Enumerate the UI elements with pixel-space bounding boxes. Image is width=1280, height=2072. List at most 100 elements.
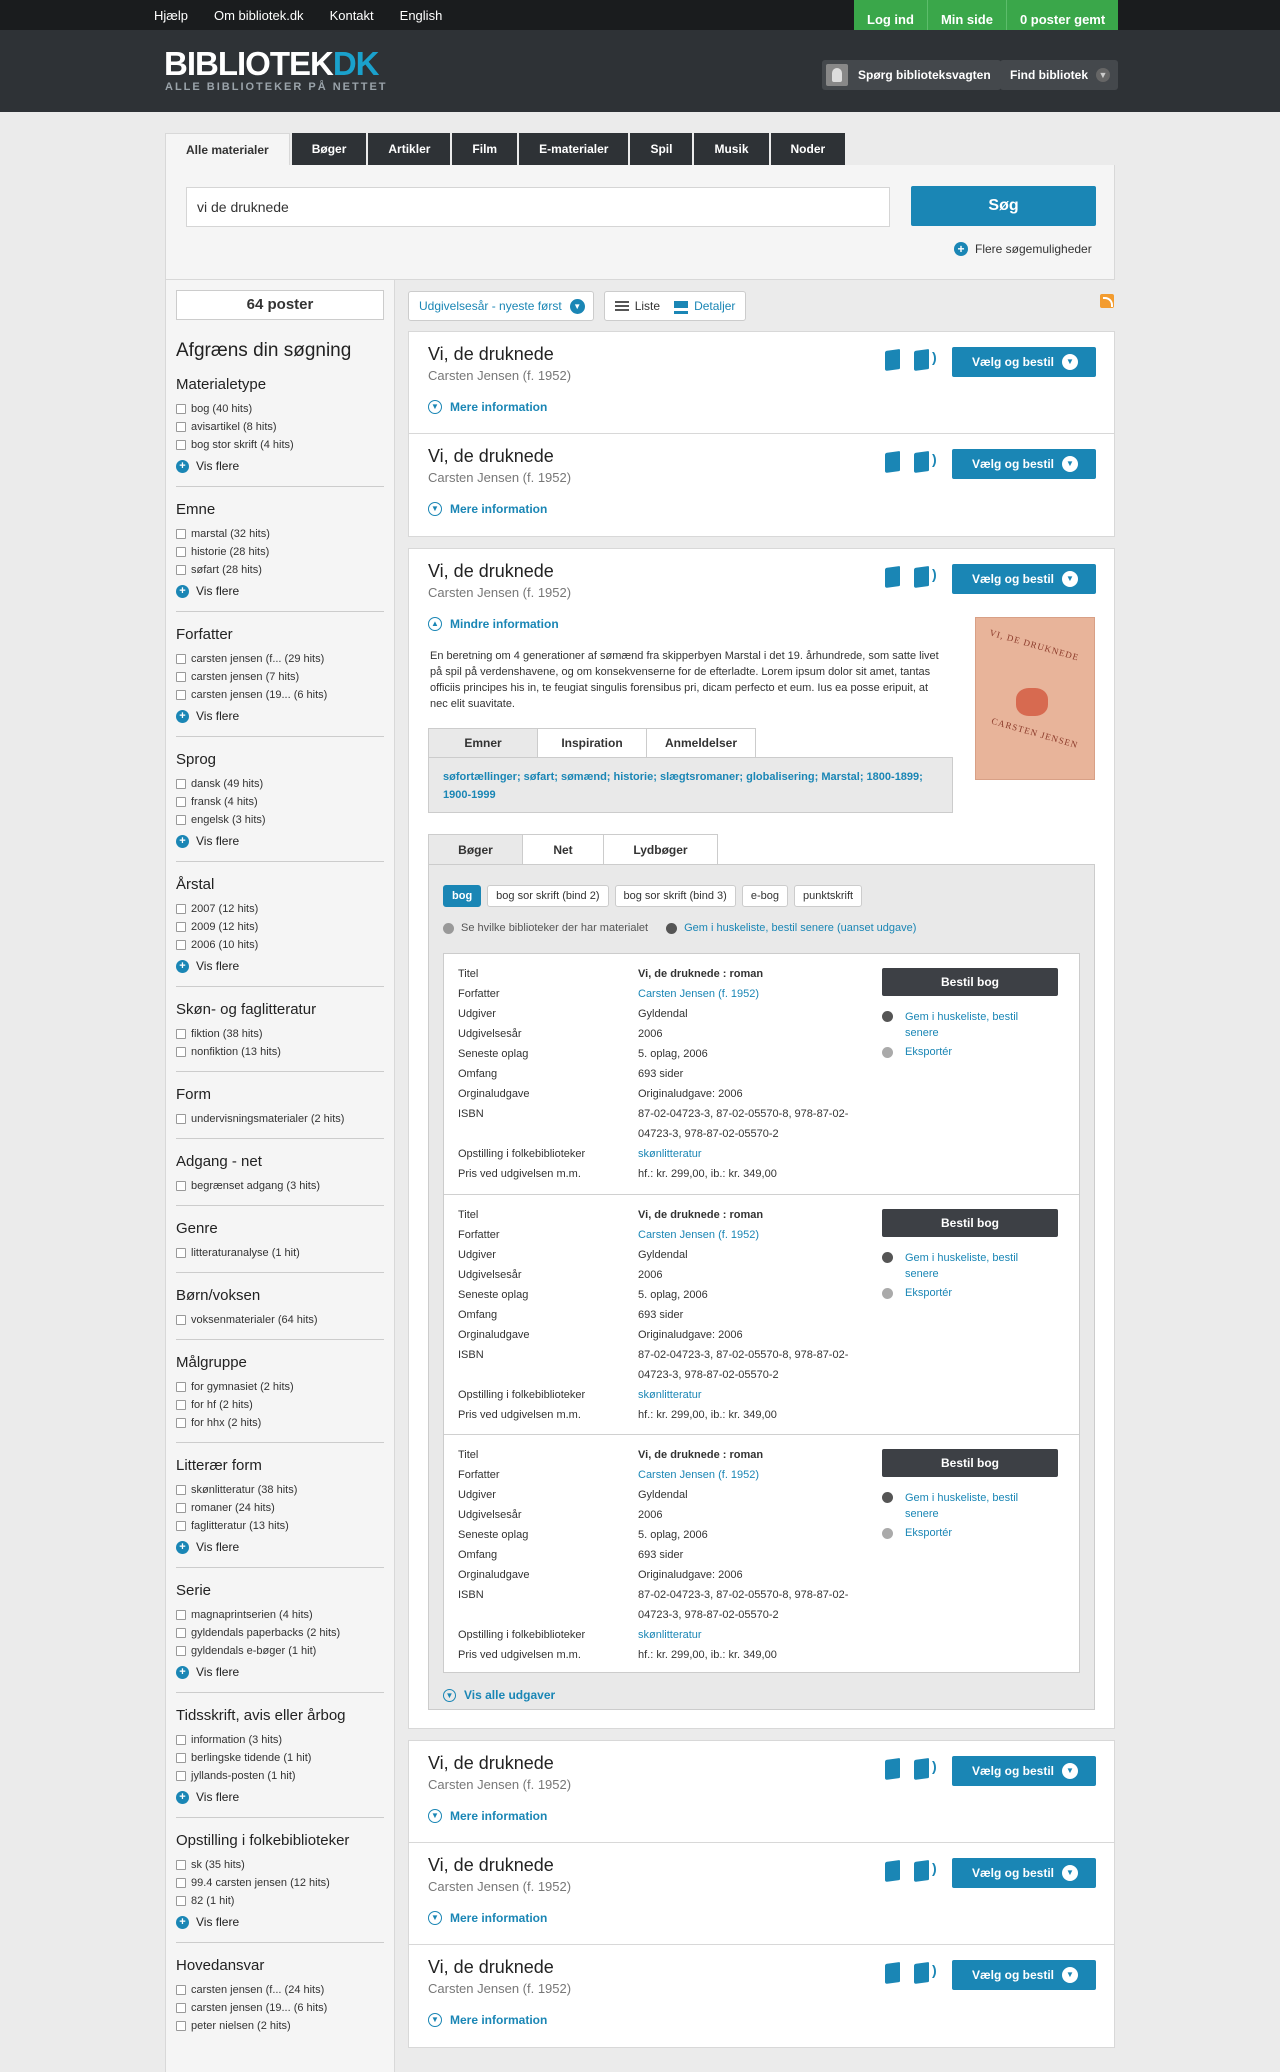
tab-articles[interactable]: Artikler <box>368 133 451 165</box>
facet-option[interactable]: for hhx (2 hits) <box>176 1414 384 1432</box>
checkbox[interactable] <box>176 1771 186 1781</box>
facet-option[interactable]: marstal (32 hits) <box>176 525 384 543</box>
facet-option[interactable]: avisartikel (8 hits) <box>176 418 384 436</box>
checkbox[interactable] <box>176 690 186 700</box>
edition-field-value[interactable]: skønlitteratur <box>638 1144 858 1164</box>
edition-field-value[interactable]: skønlitteratur <box>638 1625 858 1645</box>
choose-and-order-button[interactable]: Vælg og bestil ▼ <box>952 1960 1096 1990</box>
checkbox[interactable] <box>176 2003 186 2013</box>
more-information-toggle[interactable]: ▼ Mere information <box>428 400 547 414</box>
export-link[interactable]: Eksportér <box>882 1046 952 1058</box>
facet-option[interactable]: 82 (1 hit) <box>176 1892 384 1910</box>
facet-option[interactable]: for gymnasiet (2 hits) <box>176 1378 384 1396</box>
checkbox[interactable] <box>176 1248 186 1258</box>
facet-option[interactable]: 2006 (10 hits) <box>176 936 384 954</box>
tab-all-materials[interactable]: Alle materialer <box>165 133 290 165</box>
rss-icon[interactable] <box>1100 294 1114 308</box>
checkbox[interactable] <box>176 1735 186 1745</box>
checkbox[interactable] <box>176 654 186 664</box>
show-all-editions-link[interactable]: ▼ Vis alle udgaver <box>443 1688 555 1702</box>
checkbox[interactable] <box>176 422 186 432</box>
checkbox[interactable] <box>176 547 186 557</box>
facet-option[interactable]: 2009 (12 hits) <box>176 918 384 936</box>
checkbox[interactable] <box>176 779 186 789</box>
checkbox[interactable] <box>176 1521 186 1531</box>
facet-option[interactable]: 99.4 carsten jensen (12 hits) <box>176 1874 384 1892</box>
save-for-later-link[interactable]: Gem i huskeliste, bestil senere (uanset … <box>666 922 916 934</box>
checkbox[interactable] <box>176 922 186 932</box>
more-information-toggle[interactable]: ▼ Mere information <box>428 2013 547 2027</box>
save-to-list-link[interactable]: Gem i huskeliste, bestil senere <box>882 1490 1035 1522</box>
facet-option[interactable]: undervisningsmaterialer (2 hits) <box>176 1110 384 1128</box>
checkbox[interactable] <box>176 1047 186 1057</box>
show-more-link[interactable]: + Vis flere <box>176 706 384 726</box>
sort-select[interactable]: Udgivelsesår - nyeste først ▼ <box>408 291 594 321</box>
more-information-toggle[interactable]: ▼ Mere information <box>428 1911 547 1925</box>
checkbox[interactable] <box>176 1628 186 1638</box>
show-more-link[interactable]: + Vis flere <box>176 831 384 851</box>
search-input[interactable]: vi de druknede <box>186 187 890 227</box>
facet-option[interactable]: sk (35 hits) <box>176 1856 384 1874</box>
facet-option[interactable]: bog (40 hits) <box>176 400 384 418</box>
export-link[interactable]: Eksportér <box>882 1287 952 1299</box>
show-more-link[interactable]: + Vis flere <box>176 956 384 976</box>
result-title[interactable]: Vi, de druknede <box>428 1753 554 1774</box>
tab-subjects[interactable]: Emner <box>428 728 538 757</box>
checkbox[interactable] <box>176 529 186 539</box>
checkbox[interactable] <box>176 1114 186 1124</box>
show-more-link[interactable]: + Vis flere <box>176 1662 384 1682</box>
more-search-options[interactable]: + Flere søgemuligheder <box>954 242 1092 256</box>
format-pill[interactable]: punktskrift <box>793 885 863 907</box>
checkbox[interactable] <box>176 1878 186 1888</box>
facet-option[interactable]: litteraturanalyse (1 hit) <box>176 1244 384 1262</box>
view-list-button[interactable]: Liste <box>614 299 660 313</box>
more-information-toggle[interactable]: ▼ Mere information <box>428 502 547 516</box>
ask-librarian-button[interactable]: Spørg biblioteksvagten <box>822 60 1001 90</box>
edition-field-value[interactable]: Carsten Jensen (f. 1952) <box>638 1465 858 1485</box>
result-title[interactable]: Vi, de druknede <box>428 446 554 467</box>
tab-books[interactable]: Bøger <box>291 133 367 165</box>
choose-and-order-button[interactable]: Vælg og bestil ▼ <box>952 1858 1096 1888</box>
show-more-link[interactable]: + Vis flere <box>176 1787 384 1807</box>
format-pill[interactable]: bog sor skrift (bind 3) <box>614 885 736 907</box>
logo[interactable]: BIBLIOTEKDK <box>164 45 379 83</box>
facet-option[interactable]: faglitteratur (13 hits) <box>176 1517 384 1535</box>
tab-e-materials[interactable]: E-materialer <box>519 133 629 165</box>
facet-option[interactable]: jyllands-posten (1 hit) <box>176 1767 384 1785</box>
facet-option[interactable]: begrænset adgang (3 hits) <box>176 1177 384 1195</box>
checkbox[interactable] <box>176 1985 186 1995</box>
show-more-link[interactable]: + Vis flere <box>176 1912 384 1932</box>
facet-option[interactable]: bog stor skrift (4 hits) <box>176 436 384 454</box>
facet-option[interactable]: nonfiktion (13 hits) <box>176 1043 384 1061</box>
checkbox[interactable] <box>176 2021 186 2031</box>
facet-option[interactable]: magnaprintserien (4 hits) <box>176 1606 384 1624</box>
less-information-toggle[interactable]: ▲ Mindre information <box>428 617 559 631</box>
tab-inspiration[interactable]: Inspiration <box>537 728 647 757</box>
more-information-toggle[interactable]: ▼ Mere information <box>428 1809 547 1823</box>
facet-option[interactable]: information (3 hits) <box>176 1731 384 1749</box>
checkbox[interactable] <box>176 904 186 914</box>
checkbox[interactable] <box>176 1610 186 1620</box>
checkbox[interactable] <box>176 565 186 575</box>
order-book-button[interactable]: Bestil bog <box>882 968 1058 996</box>
facet-option[interactable]: carsten jensen (f... (24 hits) <box>176 1981 384 1999</box>
save-to-list-link[interactable]: Gem i huskeliste, bestil senere <box>882 1009 1035 1041</box>
facet-option[interactable]: 2007 (12 hits) <box>176 900 384 918</box>
facet-option[interactable]: fiktion (38 hits) <box>176 1025 384 1043</box>
about-link[interactable]: Om bibliotek.dk <box>214 8 304 23</box>
checkbox[interactable] <box>176 1418 186 1428</box>
format-pill[interactable]: bog sor skrift (bind 2) <box>487 885 609 907</box>
book-cover-image[interactable]: VI, DE DRUKNEDE CARSTEN JENSEN <box>975 617 1095 780</box>
choose-and-order-button[interactable]: Vælg og bestil ▼ <box>952 1756 1096 1786</box>
checkbox[interactable] <box>176 1029 186 1039</box>
tab-film[interactable]: Film <box>452 133 518 165</box>
checkbox[interactable] <box>176 1753 186 1763</box>
choose-and-order-button[interactable]: Vælg og bestil ▼ <box>952 347 1096 377</box>
tab-audiobooks[interactable]: Lydbøger <box>603 834 718 865</box>
save-to-list-link[interactable]: Gem i huskeliste, bestil senere <box>882 1250 1035 1282</box>
checkbox[interactable] <box>176 1400 186 1410</box>
facet-option[interactable]: historie (28 hits) <box>176 543 384 561</box>
view-details-button[interactable]: Detaljer <box>674 299 735 313</box>
choose-and-order-button[interactable]: Vælg og bestil ▼ <box>952 449 1096 479</box>
choose-and-order-button[interactable]: Vælg og bestil ▼ <box>952 564 1096 594</box>
